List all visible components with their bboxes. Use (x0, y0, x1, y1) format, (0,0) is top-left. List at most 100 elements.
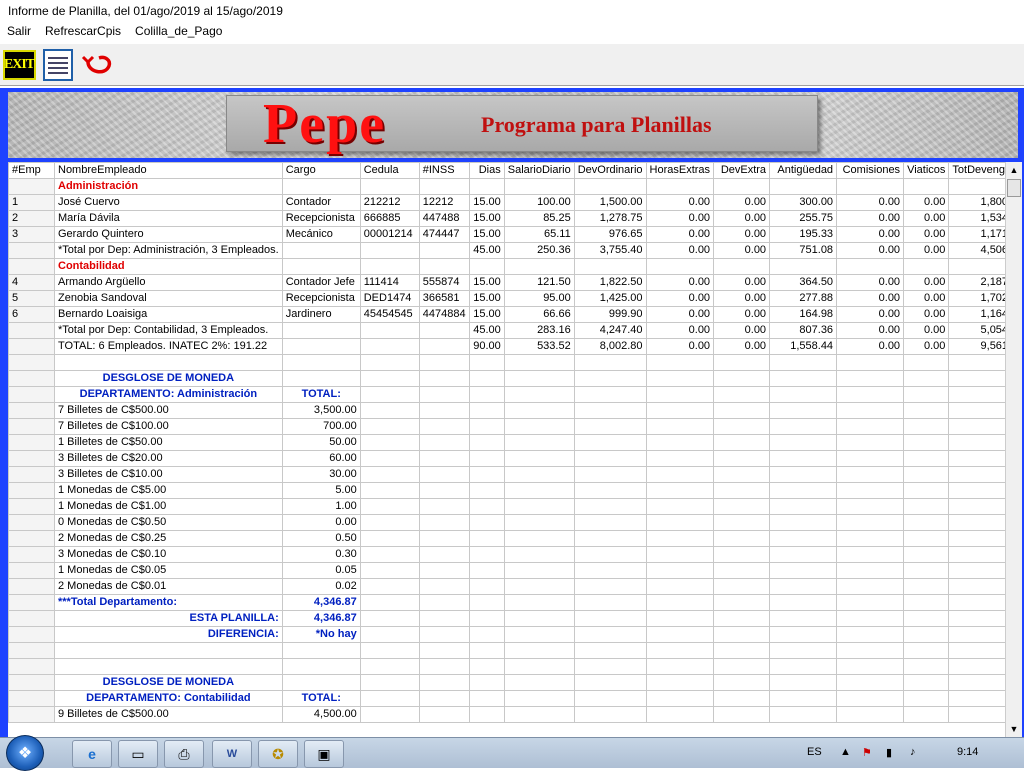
table-cell[interactable] (573, 418, 647, 435)
row-number-cell[interactable]: 1 (8, 194, 55, 211)
table-cell[interactable] (903, 514, 950, 531)
row-number-cell[interactable] (8, 658, 55, 675)
table-cell[interactable]: 0.00 (836, 306, 905, 323)
menu-colilla-de-pago[interactable]: Colilla_de_Pago (128, 22, 229, 40)
table-cell[interactable] (503, 434, 575, 451)
table-cell[interactable] (769, 594, 838, 611)
table-cell[interactable]: DED1474 (359, 290, 420, 307)
table-cell[interactable] (769, 610, 838, 627)
table-cell[interactable] (359, 482, 420, 499)
table-cell[interactable] (836, 482, 905, 499)
taskbar-explorer-button[interactable]: ▭ (118, 740, 158, 768)
table-cell[interactable] (903, 258, 950, 275)
table-cell[interactable]: 0.00 (645, 210, 715, 227)
table-cell[interactable] (769, 370, 838, 387)
table-cell[interactable] (468, 626, 505, 643)
table-cell[interactable]: 15.00 (468, 210, 505, 227)
table-cell[interactable] (713, 594, 771, 611)
table-cell[interactable]: 65.11 (503, 226, 575, 243)
table-cell[interactable]: 0.30 (281, 546, 361, 563)
table-cell[interactable] (418, 178, 470, 195)
table-cell[interactable] (645, 498, 715, 515)
table-cell[interactable] (468, 594, 505, 611)
table-cell[interactable] (713, 466, 771, 483)
table-row[interactable]: Administración (8, 178, 1022, 195)
table-cell[interactable] (903, 498, 950, 515)
table-cell[interactable] (281, 178, 361, 195)
table-cell[interactable] (645, 626, 715, 643)
table-cell[interactable] (418, 642, 470, 659)
table-cell[interactable]: 7 Billetes de C$500.00 (54, 402, 283, 419)
row-number-cell[interactable]: 2 (8, 210, 55, 227)
table-cell[interactable] (359, 258, 420, 275)
table-cell[interactable] (713, 370, 771, 387)
taskbar-app-button[interactable]: ⎙ (164, 740, 204, 768)
table-cell[interactable] (903, 674, 950, 691)
col-header[interactable]: Cargo (281, 162, 361, 179)
table-cell[interactable]: 0.00 (645, 226, 715, 243)
table-cell[interactable] (359, 562, 420, 579)
table-cell[interactable]: 15.00 (468, 274, 505, 291)
table-cell[interactable] (836, 514, 905, 531)
table-cell[interactable] (713, 562, 771, 579)
table-cell[interactable] (769, 402, 838, 419)
table-row[interactable]: Contabilidad (8, 258, 1022, 275)
table-cell[interactable] (418, 610, 470, 627)
table-cell[interactable] (503, 626, 575, 643)
table-row[interactable]: 3 Billetes de C$10.00 30.00 (8, 466, 1022, 483)
table-cell[interactable]: 4,247.40 (573, 322, 647, 339)
table-row[interactable] (8, 658, 1022, 675)
table-cell[interactable] (468, 370, 505, 387)
table-cell[interactable]: DEPARTAMENTO: Administración (54, 386, 283, 403)
table-cell[interactable] (418, 434, 470, 451)
table-cell[interactable]: ***Total Departamento: (54, 594, 283, 611)
table-cell[interactable] (713, 690, 771, 707)
table-cell[interactable] (645, 690, 715, 707)
table-cell[interactable] (713, 418, 771, 435)
table-cell[interactable]: 111414 (359, 274, 420, 291)
table-cell[interactable] (713, 450, 771, 467)
row-number-cell[interactable]: 6 (8, 306, 55, 323)
table-cell[interactable]: 1,500.00 (573, 194, 647, 211)
table-cell[interactable] (836, 370, 905, 387)
table-cell[interactable]: 0.00 (903, 242, 950, 259)
table-cell[interactable]: 60.00 (281, 450, 361, 467)
row-number-cell[interactable]: 3 (8, 226, 55, 243)
table-cell[interactable] (468, 386, 505, 403)
table-cell[interactable]: 3,755.40 (573, 242, 647, 259)
table-cell[interactable]: 2 Monedas de C$0.01 (54, 578, 283, 595)
table-cell[interactable] (903, 450, 950, 467)
table-cell[interactable] (769, 690, 838, 707)
table-cell[interactable] (836, 658, 905, 675)
table-cell[interactable] (573, 578, 647, 595)
table-cell[interactable] (713, 674, 771, 691)
table-cell[interactable] (903, 658, 950, 675)
table-cell[interactable]: 3 Billetes de C$10.00 (54, 466, 283, 483)
table-cell[interactable] (903, 370, 950, 387)
table-cell[interactable] (769, 626, 838, 643)
table-cell[interactable]: 0.00 (713, 194, 771, 211)
table-cell[interactable] (573, 546, 647, 563)
row-number-cell[interactable] (8, 242, 55, 259)
table-cell[interactable] (836, 402, 905, 419)
table-cell[interactable]: 0.00 (903, 226, 950, 243)
table-cell[interactable] (836, 690, 905, 707)
table-cell[interactable] (903, 418, 950, 435)
table-cell[interactable]: 0.00 (836, 274, 905, 291)
table-cell[interactable]: TOTAL: (281, 386, 361, 403)
table-cell[interactable]: 4,500.00 (281, 706, 361, 723)
table-cell[interactable]: 3,500.00 (281, 402, 361, 419)
table-cell[interactable] (769, 706, 838, 723)
scroll-thumb[interactable] (1007, 179, 1021, 197)
table-cell[interactable]: TOTAL: (281, 690, 361, 707)
table-cell[interactable] (836, 498, 905, 515)
table-cell[interactable] (468, 530, 505, 547)
table-cell[interactable]: 1 Monedas de C$1.00 (54, 498, 283, 515)
table-row[interactable] (8, 642, 1022, 659)
table-cell[interactable] (359, 402, 420, 419)
table-cell[interactable] (713, 498, 771, 515)
table-cell[interactable]: 1,425.00 (573, 290, 647, 307)
table-cell[interactable]: Administración (54, 178, 283, 195)
table-cell[interactable] (713, 530, 771, 547)
table-cell[interactable]: 45.00 (468, 242, 505, 259)
